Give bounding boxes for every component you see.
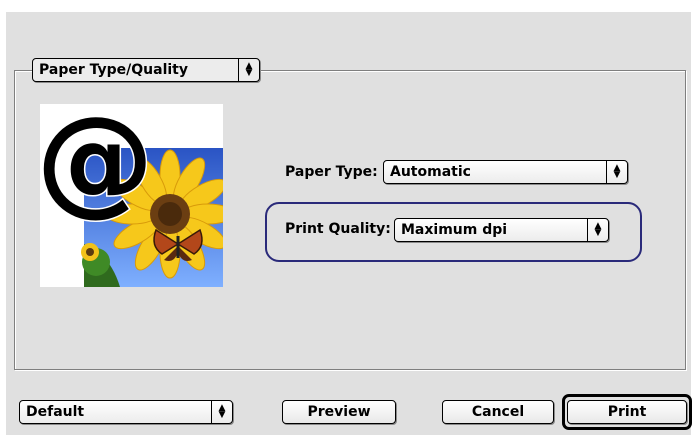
panel-selector-popup[interactable]: Paper Type/Quality ▲ ▼ xyxy=(32,58,260,82)
sunflower-photo-icon: @ xyxy=(40,104,223,287)
print-quality-value: Maximum dpi xyxy=(401,222,508,238)
paper-type-popup[interactable]: Automatic ▲ ▼ xyxy=(383,160,628,184)
popup-arrows-icon: ▲ ▼ xyxy=(211,401,232,423)
presets-popup[interactable]: Default ▲ ▼ xyxy=(19,400,233,424)
cancel-button[interactable]: Cancel xyxy=(442,400,554,424)
preview-button-label: Preview xyxy=(307,404,371,420)
cancel-button-label: Cancel xyxy=(471,404,525,420)
quality-preview-image: @ xyxy=(40,104,223,287)
at-symbol-icon: @ xyxy=(40,104,154,228)
popup-arrows-icon: ▲ ▼ xyxy=(238,59,259,81)
default-button-ring: Print xyxy=(562,394,692,430)
popup-arrows-icon: ▲ ▼ xyxy=(587,219,608,241)
paper-type-value: Automatic xyxy=(390,164,471,180)
print-quality-label: Print Quality: xyxy=(285,221,391,237)
print-button-label: Print xyxy=(607,404,647,420)
preview-button[interactable]: Preview xyxy=(282,400,396,424)
print-button[interactable]: Print xyxy=(567,400,687,424)
presets-value: Default xyxy=(26,404,85,420)
popup-arrows-icon: ▲ ▼ xyxy=(606,161,627,183)
paper-type-label: Paper Type: xyxy=(285,164,378,180)
panel-selector-value: Paper Type/Quality xyxy=(39,62,189,78)
print-quality-popup[interactable]: Maximum dpi ▲ ▼ xyxy=(394,218,609,242)
